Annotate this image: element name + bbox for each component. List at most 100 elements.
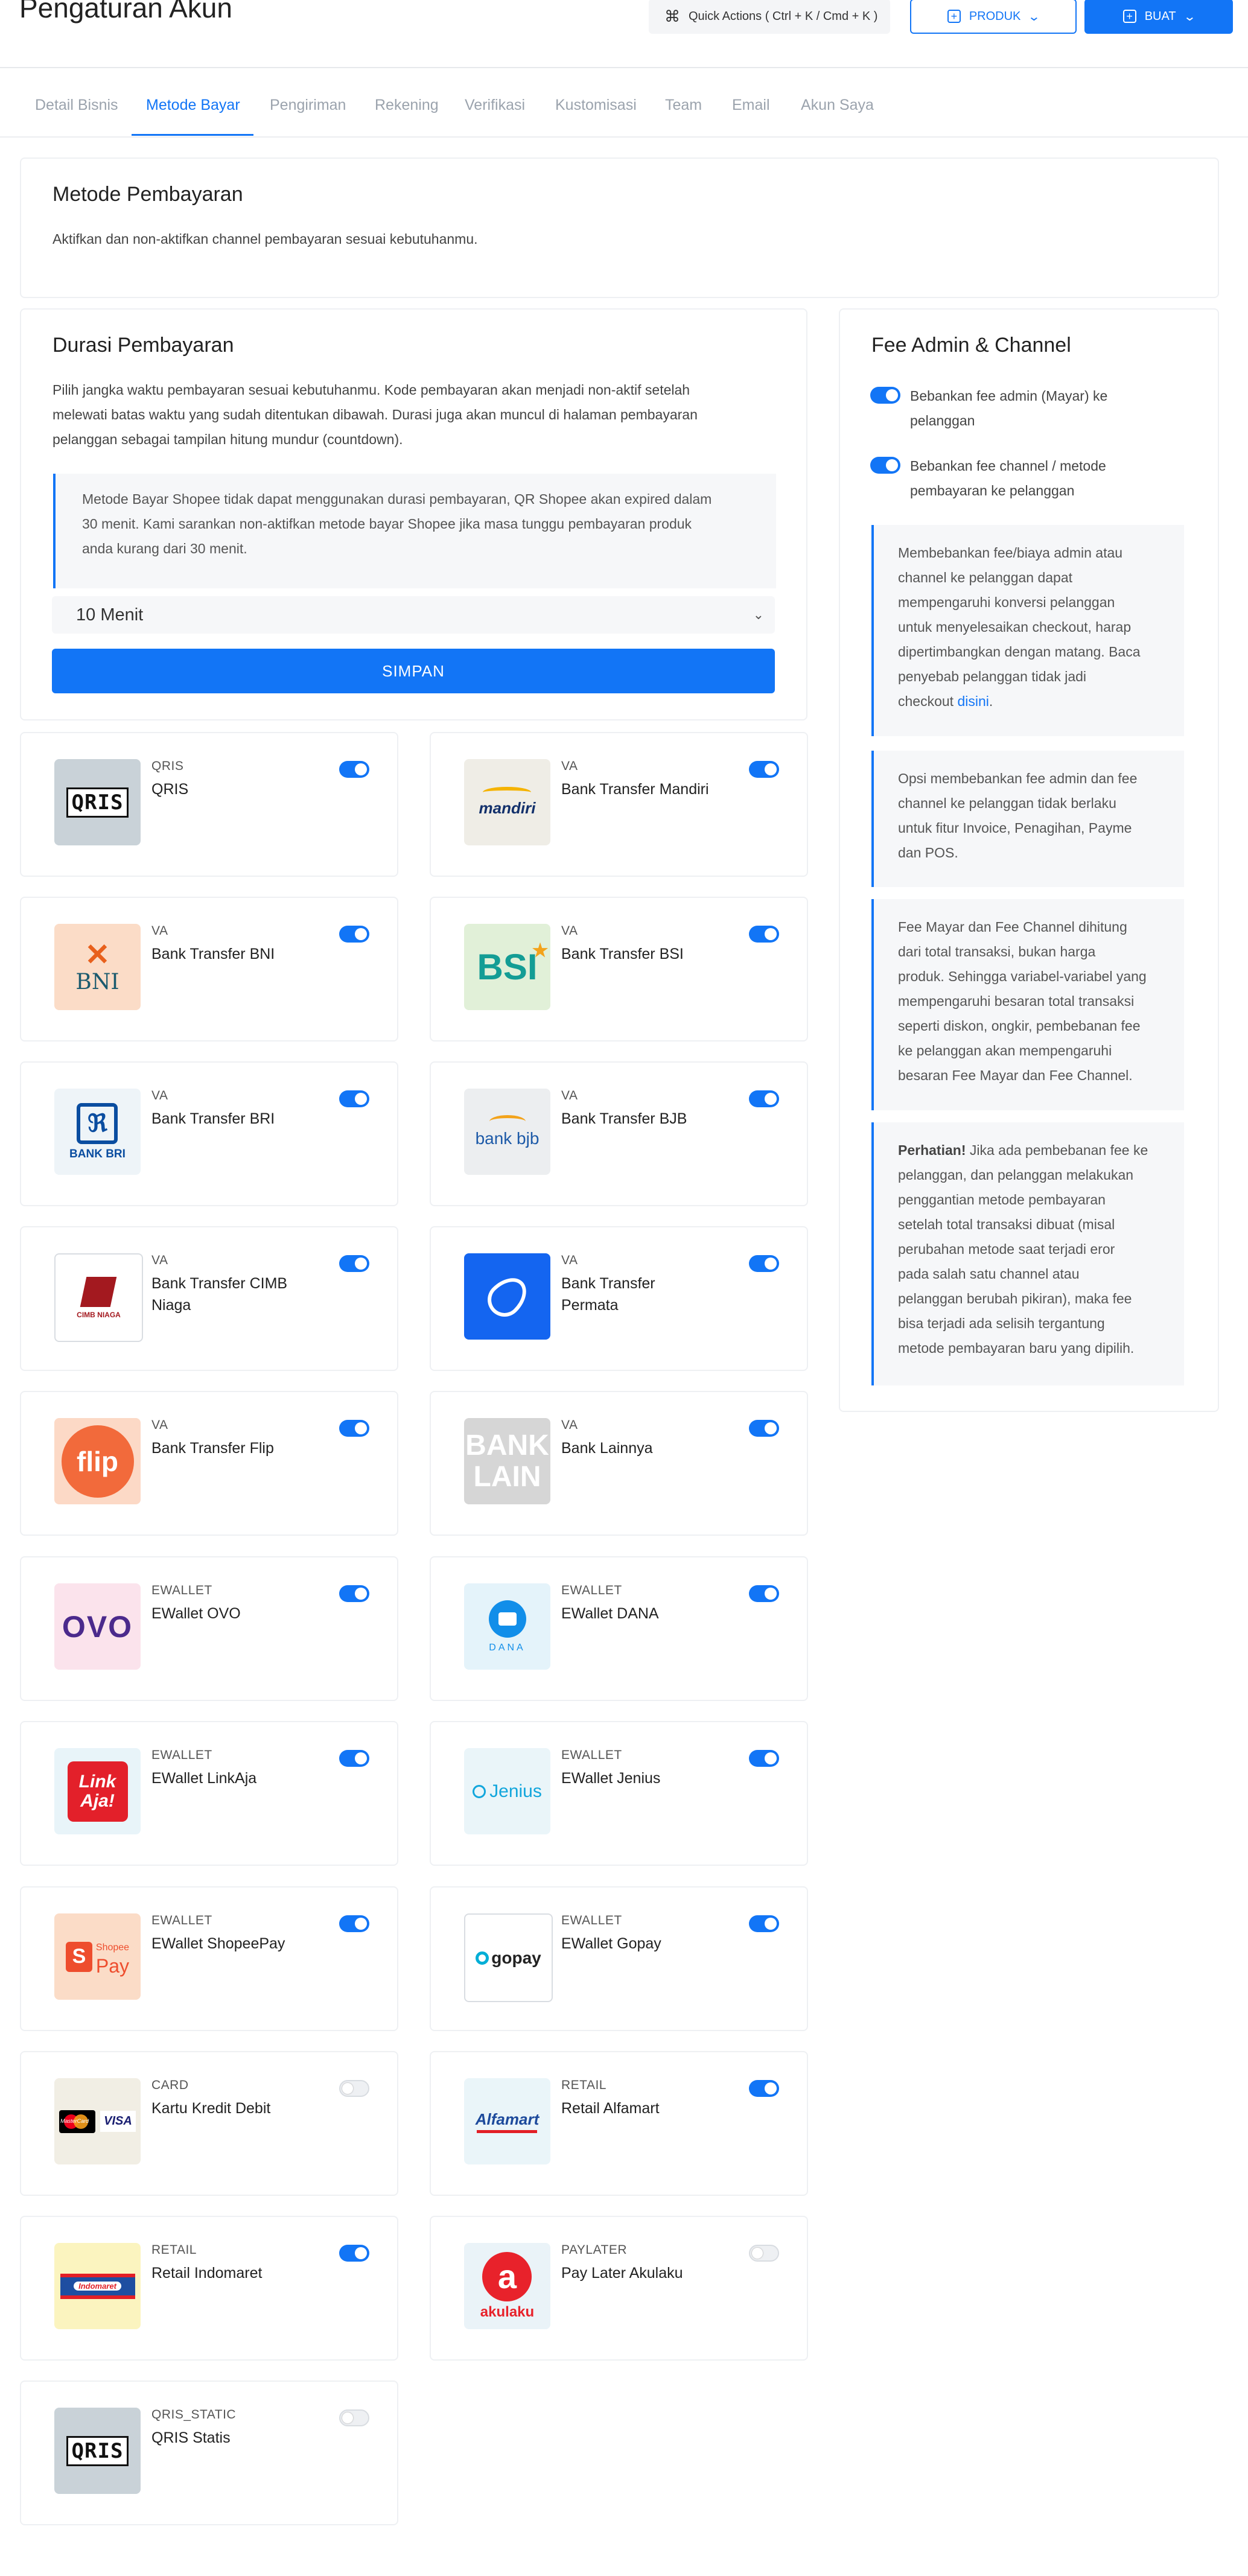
duration-select[interactable]: 10 Menit ⌄: [52, 596, 775, 634]
payment-method-card-retail-alfamart: Alfamart RETAIL Retail Alfamart: [430, 2051, 808, 2196]
payment-method-toggle[interactable]: [339, 1915, 369, 1932]
payment-method-type: RETAIL: [561, 2078, 606, 2092]
payment-method-type: VA: [561, 924, 578, 938]
payment-method-card-qris-statis: QRIS QRIS_STATIC QRIS Statis: [20, 2380, 398, 2525]
payment-method-card-kartu-kredit-debit: MasterCard VISA CARD Kartu Kredit Debit: [20, 2051, 398, 2196]
tab-verifikasi[interactable]: Verifikasi: [465, 97, 525, 114]
payment-method-toggle[interactable]: [339, 2409, 369, 2426]
tab-detail-bisnis[interactable]: Detail Bisnis: [35, 97, 118, 114]
quick-actions-button[interactable]: ⌘ Quick Actions ( Ctrl + K / Cmd + K ): [649, 0, 890, 34]
payment-method-toggle[interactable]: [749, 2245, 779, 2262]
note-line: mempengaruhi konversi pelanggan: [898, 594, 1115, 610]
payment-method-toggle[interactable]: [749, 1420, 779, 1437]
payment-method-type: EWALLET: [561, 1748, 622, 1762]
tab-team[interactable]: Team: [665, 97, 702, 114]
akulaku-logo: a akulaku: [464, 2243, 550, 2329]
dana-logo-mark: DANA: [488, 1600, 526, 1653]
payment-method-toggle[interactable]: [339, 1090, 369, 1107]
payment-method-toggle[interactable]: [339, 2245, 369, 2262]
payment-method-toggle[interactable]: [749, 1915, 779, 1932]
shopee-duration-note: Metode Bayar Shopee tidak dapat mengguna…: [53, 474, 776, 588]
tab-pengiriman[interactable]: Pengiriman: [270, 97, 346, 114]
chevron-down-icon: ⌄: [1183, 10, 1196, 24]
note-line: mempengaruhi besaran total transaksi: [898, 993, 1135, 1009]
fee-note-warning: Perhatian! Jika ada pembebanan fee ke pe…: [871, 1122, 1184, 1385]
payment-method-toggle[interactable]: [339, 1255, 369, 1272]
akulaku-logo-mark: a akulaku: [480, 2251, 534, 2321]
gopay-logo-mark: gopay: [476, 1948, 541, 1968]
payment-method-toggle[interactable]: [339, 1750, 369, 1767]
bank-lain-logo-mark: BANK LAIN: [465, 1430, 549, 1493]
disini-link[interactable]: disini: [957, 693, 989, 709]
alfamart-logo-mark: Alfamart: [476, 2110, 539, 2133]
payment-method-toggle[interactable]: [339, 1585, 369, 1602]
mastercard-icon: MasterCard: [59, 2110, 96, 2133]
note-line: metode pembayaran baru yang dipilih.: [898, 1340, 1135, 1356]
payment-method-toggle[interactable]: [749, 1090, 779, 1107]
payment-method-card-bank-transfer-bjb: bank bjb VA Bank Transfer BJB: [430, 1061, 808, 1206]
note-line: untuk menyelesaikan checkout, harap: [898, 619, 1132, 635]
note-line: anda kurang dari 30 menit.: [82, 541, 247, 556]
payment-method-type: VA: [561, 1253, 578, 1267]
akulaku-circle-icon: a: [482, 2251, 532, 2301]
payment-method-toggle[interactable]: [749, 761, 779, 778]
note-line: bisa terjadi ada selisih tergantung: [898, 1315, 1105, 1331]
payment-method-type: EWALLET: [151, 1913, 212, 1927]
bni-symbol-icon: ✕: [84, 938, 110, 972]
bjb-logo-mark: bank bjb: [476, 1115, 539, 1148]
payment-method-card-bank-transfer-cimb-niaga: CIMB NIAGA VA Bank Transfer CIMB Niaga: [20, 1226, 398, 1371]
payment-method-toggle[interactable]: [339, 926, 369, 943]
save-button[interactable]: SIMPAN: [52, 649, 775, 693]
bni-logo-text: BNI: [75, 970, 119, 994]
payment-method-toggle[interactable]: [339, 2080, 369, 2097]
cimb-niaga-logo: CIMB NIAGA: [54, 1253, 143, 1342]
note-line: ke pelanggan akan mempengaruhi: [898, 1043, 1112, 1058]
tab-metode-bayar[interactable]: Metode Bayar: [146, 97, 240, 114]
durasi-title: Durasi Pembayaran: [53, 334, 234, 357]
payment-method-name: QRIS: [151, 781, 189, 798]
fee-admin-label: Bebankan fee admin (Mayar) ke pelanggan: [910, 384, 1224, 433]
tab-email[interactable]: Email: [732, 97, 770, 114]
ovo-logo-text: OVO: [62, 1609, 133, 1644]
indomaret-logo-text: Indomaret: [74, 2282, 121, 2291]
alfamart-logo: Alfamart: [464, 2078, 550, 2164]
payment-method-toggle[interactable]: [749, 1255, 779, 1272]
payment-method-toggle[interactable]: [339, 761, 369, 778]
durasi-desc-line: Pilih jangka waktu pembayaran sesuai keb…: [53, 382, 690, 398]
tab-kustomisasi[interactable]: Kustomisasi: [555, 97, 637, 114]
note-line: penyebab pelanggan tidak jadi: [898, 669, 1087, 684]
payment-method-card-ewallet-gopay: gopay EWALLET EWallet Gopay: [430, 1886, 808, 2031]
bjb-logo: bank bjb: [464, 1089, 550, 1175]
tab-akun-saya[interactable]: Akun Saya: [801, 97, 874, 114]
note-line: Opsi membebankan fee admin dan fee: [898, 771, 1138, 786]
payment-method-name: Pay Later Akulaku: [561, 2265, 683, 2282]
bsi-logo: BSI ★: [464, 924, 550, 1010]
dana-logo-text: DANA: [489, 1642, 526, 1653]
payment-method-type: PAYLATER: [561, 2243, 628, 2257]
buat-button[interactable]: + BUAT ⌄: [1084, 0, 1233, 34]
produk-button[interactable]: + PRODUK ⌄: [910, 0, 1077, 34]
flip-logo-text: flip: [61, 1425, 134, 1498]
fee-admin-toggle[interactable]: [870, 387, 900, 404]
note-line: untuk fitur Invoice, Penagihan, Payme: [898, 820, 1132, 836]
payment-method-toggle[interactable]: [749, 2080, 779, 2097]
bsi-logo-mark: BSI ★: [477, 941, 548, 988]
page-title: Pengaturan Akun: [19, 0, 232, 24]
durasi-desc-line: pelanggan sebagai tampilan hitung mundur…: [53, 431, 403, 447]
bank-lain-logo: BANK LAIN: [464, 1418, 550, 1504]
mandiri-logo-text: mandiri: [479, 799, 536, 817]
payment-method-toggle[interactable]: [749, 1750, 779, 1767]
note-line: Fee Mayar dan Fee Channel dihitung: [898, 919, 1127, 935]
payment-method-toggle[interactable]: [749, 926, 779, 943]
tab-rekening[interactable]: Rekening: [375, 97, 439, 114]
qris-logo: QRIS: [54, 759, 141, 845]
plus-square-icon: +: [947, 10, 961, 23]
payment-method-toggle[interactable]: [339, 1420, 369, 1437]
payment-method-type: VA: [151, 1418, 168, 1432]
payment-method-type: VA: [561, 759, 578, 773]
payment-method-name: Bank Transfer BNI: [151, 946, 275, 962]
flip-logo: flip: [54, 1418, 141, 1504]
payment-method-name: Bank Transfer CIMB Niaga: [151, 1275, 288, 1314]
payment-method-toggle[interactable]: [749, 1585, 779, 1602]
fee-channel-toggle[interactable]: [870, 457, 900, 474]
